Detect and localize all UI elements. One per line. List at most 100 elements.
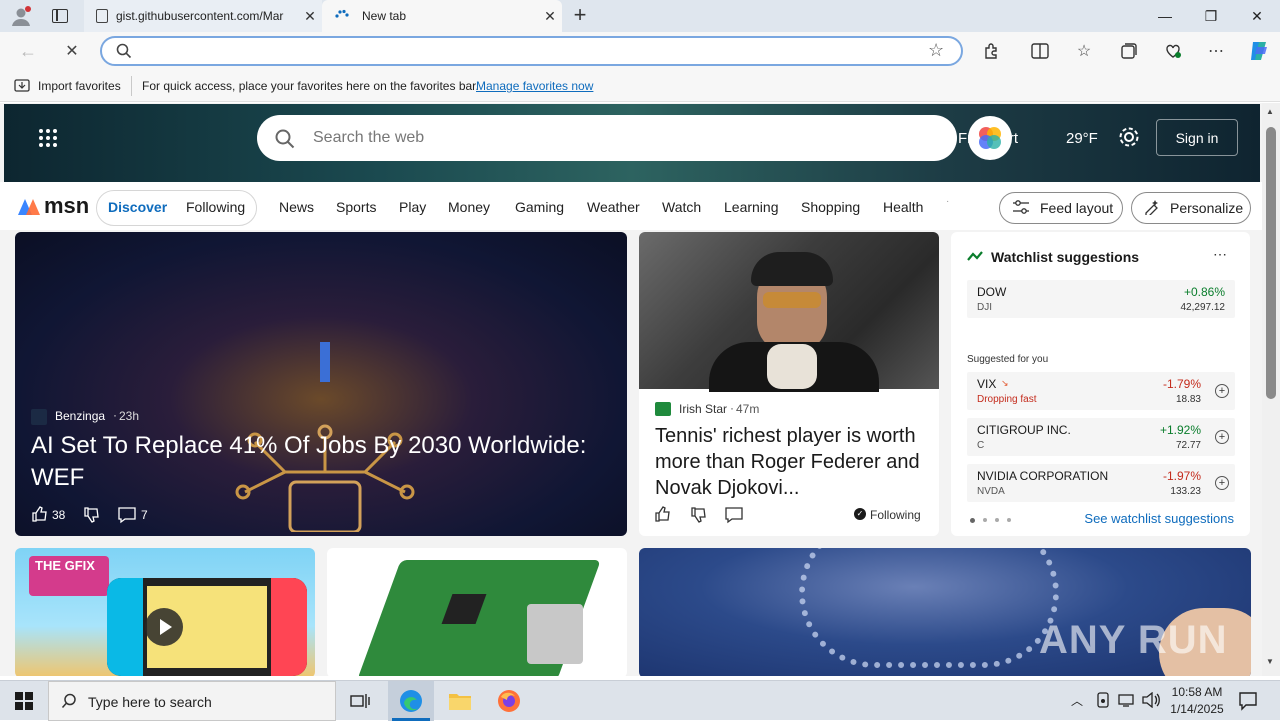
tab-new-tab[interactable]: New tab ✕ [322,0,562,32]
add-stock-icon[interactable]: + [1215,476,1229,490]
suggested-label: Suggested for you [967,354,1049,365]
stock-row-dow[interactable]: DOW DJI +0.86% 42,297.12 [967,280,1235,318]
more-options-icon[interactable]: ⋯ [1204,40,1228,62]
add-stock-icon[interactable]: + [1215,384,1229,398]
dislike-icon[interactable] [690,506,708,529]
scroll-down-arrow[interactable]: ▼ [1266,657,1274,666]
copilot-icon[interactable] [1246,38,1272,64]
edge-taskbar-button[interactable] [388,681,434,721]
scrollbar-thumb[interactable] [1266,127,1276,399]
carousel-dot[interactable] [970,518,975,523]
watchlist-title[interactable]: Watchlist suggestions [991,249,1139,265]
comment-icon[interactable] [118,506,136,529]
nav-weather[interactable]: Weather [587,199,640,215]
collections-icon[interactable] [1117,40,1141,62]
play-video-button[interactable] [145,608,183,646]
like-icon[interactable] [654,505,672,528]
favorites-icon[interactable]: ☆ [1072,40,1096,62]
msn-search-box[interactable]: Search the web [257,115,957,161]
tab-gist[interactable]: gist.githubusercontent.com/Mar ✕ [84,0,322,32]
story-source[interactable]: Irish Star [679,402,727,416]
apps-grid-icon[interactable] [38,128,58,148]
stock-change: -1.97% [1162,469,1201,483]
nav-news[interactable]: News [279,199,314,215]
copilot-avatar-icon[interactable] [968,116,1012,160]
file-explorer-icon[interactable] [448,691,472,716]
split-screen-icon[interactable] [1028,40,1052,62]
nav-gaming[interactable]: Gaming [515,199,564,215]
address-bar[interactable]: ☆ [100,36,963,66]
page-scrollbar[interactable]: ▲ ▼ [1262,103,1280,676]
network-icon[interactable] [1118,693,1134,712]
minimize-button[interactable]: — [1142,0,1188,32]
gfix-video-card[interactable]: THE GFIX [15,548,315,676]
nav-watch[interactable]: Watch [662,199,701,215]
settings-gear-icon[interactable] [1118,126,1140,153]
favorite-star-icon[interactable]: ☆ [928,40,944,61]
stock-sub: Dropping fast [977,394,1037,405]
story-headline[interactable]: AI Set To Replace 41% Of Jobs By 2030 Wo… [31,430,606,494]
story-source[interactable]: Benzinga [55,409,105,423]
second-story-card[interactable]: Irish Star · 47m Tennis' richest player … [639,232,939,536]
tab-discover[interactable]: Discover [108,199,167,215]
nav-shopping[interactable]: Shopping [801,199,860,215]
tray-chevron-icon[interactable]: ︿ [1071,692,1083,709]
extensions-icon[interactable] [980,40,1004,62]
nav-money[interactable]: Money [448,199,490,215]
tab-actions-icon[interactable] [52,9,68,23]
carousel-dot[interactable] [995,518,999,522]
temperature[interactable]: 29°F [1066,130,1098,147]
search-input[interactable]: Search the web [313,129,424,147]
seal-story-card[interactable]: ANY RUN [639,548,1251,676]
tab-following[interactable]: Following [186,199,245,215]
start-button[interactable] [0,681,48,721]
taskbar-search-input[interactable]: Type here to search [88,694,212,710]
nav-more-fade: · [946,196,950,207]
clock-time[interactable]: 10:58 AM [1170,685,1224,699]
new-tab-button[interactable]: + [568,4,592,28]
carousel-dot[interactable] [983,518,987,522]
volume-icon[interactable] [1142,691,1160,713]
firefox-icon[interactable] [497,689,521,718]
scroll-up-arrow[interactable]: ▲ [1266,107,1274,116]
profile-icon[interactable] [10,6,32,26]
personalize-button[interactable]: Personalize [1131,192,1251,224]
see-watchlist-link[interactable]: See watchlist suggestions [1084,511,1234,526]
import-favorites-button[interactable]: Import favorites [38,79,121,93]
close-window-button[interactable]: ✕ [1234,0,1280,32]
sign-in-button[interactable]: Sign in [1156,119,1238,156]
msn-logo[interactable]: msn [16,193,89,219]
clock-date[interactable]: 1/14/2025 [1166,702,1228,716]
add-stock-icon[interactable]: + [1215,430,1229,444]
tray-device-icon[interactable] [1096,692,1110,713]
feed-layout-button[interactable]: Feed layout [999,192,1123,224]
like-icon[interactable] [31,505,49,528]
close-tab-icon[interactable]: ✕ [538,8,562,25]
restore-button[interactable]: ❐ [1188,0,1234,32]
browser-essentials-icon[interactable] [1161,40,1185,62]
raspberry-pi-card[interactable] [327,548,627,676]
carousel-dot[interactable] [1007,518,1011,522]
following-label[interactable]: Following [870,508,921,522]
comment-icon[interactable] [725,506,743,529]
nav-sports[interactable]: Sports [336,199,376,215]
stop-loading-button[interactable]: ✕ [60,40,84,62]
task-view-icon[interactable] [350,692,370,715]
stock-row-vix[interactable]: VIX ↘ Dropping fast -1.79% 18.83 + [967,372,1235,410]
carousel-dots[interactable] [970,518,1011,523]
stock-row-nvidia[interactable]: NVIDIA CORPORATION NVDA -1.97% 133.23 + [967,464,1235,502]
back-button[interactable]: ← [16,40,40,62]
nav-learning[interactable]: Learning [724,199,779,215]
taskbar-search-box[interactable]: Type here to search [48,681,336,721]
person-cap [751,252,833,286]
main-story-card[interactable]: Benzinga · 23h AI Set To Replace 41% Of … [15,232,627,536]
manage-favorites-link[interactable]: Manage favorites now [476,79,593,93]
watchlist-more-icon[interactable]: ⋯ [1213,246,1227,263]
nav-play[interactable]: Play [399,199,426,215]
notifications-icon[interactable] [1238,691,1258,716]
nav-health[interactable]: Health [883,199,923,215]
close-tab-icon[interactable]: ✕ [298,8,322,25]
stock-row-citigroup[interactable]: CITIGROUP INC. C +1.92% 72.77 + [967,418,1235,456]
dislike-icon[interactable] [83,506,101,529]
story-headline[interactable]: Tennis' richest player is worth more tha… [655,423,927,501]
